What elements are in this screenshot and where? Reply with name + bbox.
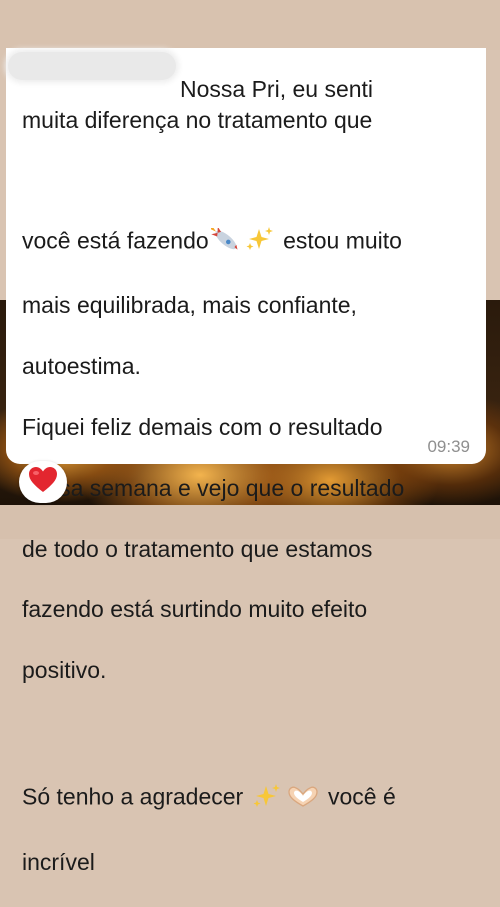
message-line: incrível — [22, 848, 95, 875]
message-fragment: Só tenho a agradecer — [22, 783, 250, 810]
message-line: muita diferença no tratamento que — [22, 106, 373, 133]
message-line: positivo. — [22, 657, 107, 684]
rocket-emoji — [209, 198, 241, 260]
message-fragment: você é — [321, 783, 396, 810]
message-line: fazendo está surtindo muito efeito — [22, 596, 368, 623]
red-heart-icon — [28, 466, 58, 499]
message-line: mais equilibrada, mais confiante, — [22, 292, 357, 319]
sparkles-emoji — [252, 752, 282, 816]
message-line: autoestima. — [22, 353, 141, 380]
message-line: de todo o tratamento que estamos — [22, 535, 373, 562]
background-top — [0, 0, 500, 50]
heart-hands-emoji — [286, 754, 320, 816]
message-fragment: estou muito — [276, 227, 402, 254]
message-text: Nossa Pri, eu senti muita diferença no t… — [22, 44, 482, 907]
message-timestamp: 09:39 — [427, 437, 470, 456]
message-line: Nossa Pri, eu senti — [180, 76, 374, 103]
sparkles-emoji — [245, 196, 275, 260]
message-line: Fiquei feliz demais com o resultado — [22, 413, 383, 440]
message-line: dessa semana e vejo que o resultado — [22, 474, 405, 501]
message-line: você está fazendo estou muito — [22, 166, 482, 260]
reaction-badge[interactable] — [19, 461, 67, 503]
message-fragment: você está fazendo — [22, 227, 209, 254]
message-line: Só tenho a agradecer você é — [22, 722, 482, 816]
